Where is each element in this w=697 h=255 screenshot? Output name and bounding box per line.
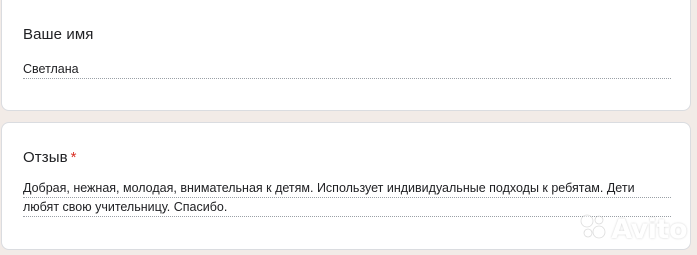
required-asterisk: *: [70, 149, 77, 166]
review-question-title: Отзыв *: [23, 149, 77, 166]
review-question-label: Отзыв: [23, 149, 68, 166]
name-question-card: Ваше имя Светлана: [1, 0, 691, 111]
name-question-label: Ваше имя: [23, 26, 94, 43]
review-answer-field[interactable]: Добрая, нежная, молодая, внимательная к …: [23, 179, 671, 217]
avito-watermark-text: Avito: [611, 214, 687, 245]
review-answer-line-2: любят свою учительницу. Спасибо.: [23, 198, 671, 217]
review-answer-line-1: Добрая, нежная, молодая, внимательная к …: [23, 179, 671, 198]
avito-dots-icon: [578, 212, 608, 247]
name-answer-field[interactable]: Светлана: [23, 60, 671, 79]
avito-watermark: Avito: [578, 212, 687, 247]
